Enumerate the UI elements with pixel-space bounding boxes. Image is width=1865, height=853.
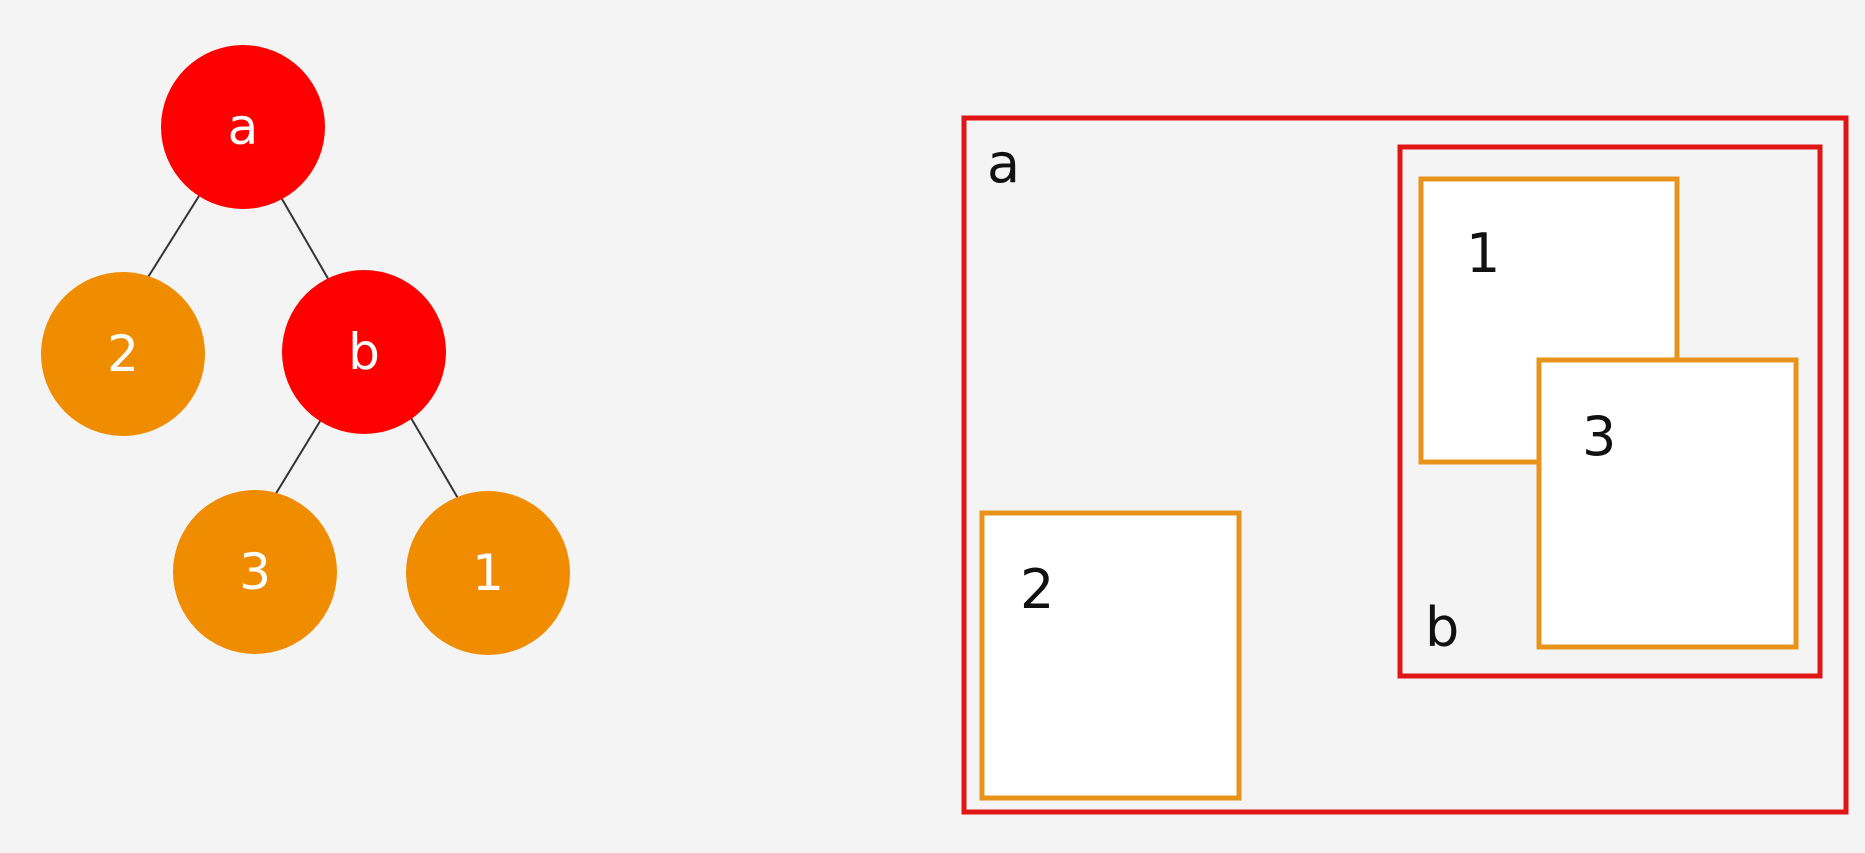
tree-node-1-label: 1 xyxy=(472,544,504,602)
tree-edge-b-3 xyxy=(271,417,323,501)
container-box-a-label: a xyxy=(987,132,1020,195)
tree-node-3: 3 xyxy=(173,490,337,654)
leaf-box-3-label: 3 xyxy=(1582,405,1616,468)
diagram-canvas: a 2 b 3 1 a b 1 3 2 xyxy=(0,0,1865,853)
tree-node-a-label: a xyxy=(228,98,259,156)
tree-edge-a-2 xyxy=(144,195,200,283)
tree-node-2-label: 2 xyxy=(107,325,139,383)
tree-node-2: 2 xyxy=(41,272,205,436)
tree-edge-a-b xyxy=(281,198,331,283)
tree-node-3-label: 3 xyxy=(239,543,271,601)
tree-node-a: a xyxy=(161,45,325,209)
tree-node-b-label: b xyxy=(348,323,380,381)
tree-diagram: a 2 b 3 1 xyxy=(41,45,570,655)
tree-edge-b-1 xyxy=(410,417,460,501)
tree-node-b: b xyxy=(282,270,446,434)
tree-and-nesting-diagram: a 2 b 3 1 a b 1 3 2 xyxy=(41,45,1849,815)
container-box-b-label: b xyxy=(1425,596,1459,659)
leaf-box-3 xyxy=(1536,357,1799,650)
leaf-box-2-label: 2 xyxy=(1020,558,1054,621)
nesting-diagram: a b 1 3 2 xyxy=(961,115,1849,815)
leaf-box-2 xyxy=(979,510,1242,801)
leaf-box-1-label: 1 xyxy=(1466,222,1500,285)
tree-node-1: 1 xyxy=(406,491,570,655)
